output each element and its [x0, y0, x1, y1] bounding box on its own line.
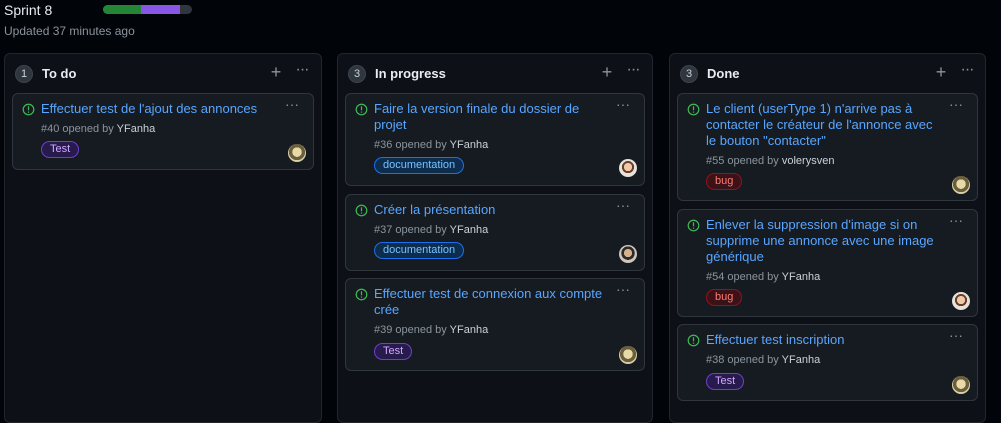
issue-card[interactable]: Effectuer test inscription ··· #38 opene… [677, 324, 978, 401]
issue-number: #40 [41, 123, 60, 135]
card-menu-icon[interactable]: ··· [612, 97, 634, 113]
label-test[interactable]: Test [374, 343, 413, 360]
issue-number: #39 [374, 324, 393, 336]
column-title: To do [42, 66, 77, 81]
issue-card[interactable]: Le client (userType 1) n'arrive pas à co… [677, 93, 978, 201]
opened-by-text: opened by [727, 354, 779, 366]
opened-by-text: opened by [395, 224, 447, 236]
column-header: 3 In progress + ··· [338, 54, 652, 92]
issue-number: #37 [374, 224, 393, 236]
opened-by-text: opened by [62, 123, 114, 135]
column-count-badge: 3 [348, 65, 366, 83]
label-test[interactable]: Test [41, 141, 80, 158]
open-issue-icon [355, 204, 368, 217]
issue-title-link[interactable]: Effectuer test de connexion aux compte c… [374, 286, 604, 318]
opened-by-text: opened by [395, 139, 447, 151]
open-issue-icon [687, 103, 700, 116]
card-menu-icon[interactable]: ··· [612, 282, 634, 298]
issue-author-link[interactable]: volerysven [782, 155, 835, 167]
label-bug[interactable]: bug [706, 173, 743, 190]
issue-number: #55 [706, 155, 725, 167]
issue-number: #36 [374, 139, 393, 151]
sprint-progress-bar [103, 5, 192, 14]
issue-number: #38 [706, 354, 725, 366]
open-issue-icon [355, 288, 368, 301]
open-issue-icon [355, 103, 368, 116]
label-documentation[interactable]: documentation [374, 157, 465, 174]
assignee-avatar[interactable] [952, 176, 970, 194]
issue-card[interactable]: Effectuer test de connexion aux compte c… [345, 278, 645, 371]
issue-author-link[interactable]: YFanha [782, 354, 821, 366]
opened-by-text: opened by [395, 324, 447, 336]
issue-meta: #55 opened by volerysven [706, 155, 834, 167]
issue-card[interactable]: Effectuer test de l'ajout des annonces ·… [12, 93, 314, 170]
issue-author-link[interactable]: YFanha [117, 123, 156, 135]
label-test[interactable]: Test [706, 373, 745, 390]
issue-author-link[interactable]: YFanha [782, 271, 821, 283]
column-title: Done [707, 66, 740, 81]
column-title: In progress [375, 66, 446, 81]
project-header: Sprint 8 Updated 37 minutes ago [4, 0, 994, 44]
issue-meta: #40 opened by YFanha [41, 123, 155, 135]
issue-title-link[interactable]: Le client (userType 1) n'arrive pas à co… [706, 101, 937, 149]
issue-meta: #54 opened by YFanha [706, 271, 820, 283]
column-done: 3 Done + ··· Le client (userType 1) n'ar… [669, 53, 986, 423]
assignee-avatar[interactable] [619, 346, 637, 364]
progress-in-progress-segment [141, 5, 180, 14]
issue-meta: #36 opened by YFanha [374, 139, 488, 151]
issue-title-link[interactable]: Créer la présentation [374, 202, 604, 218]
card-menu-icon[interactable]: ··· [945, 328, 967, 344]
issue-number: #54 [706, 271, 725, 283]
card-menu-icon[interactable]: ··· [612, 198, 634, 214]
issue-meta: #37 opened by YFanha [374, 224, 488, 236]
card-menu-icon[interactable]: ··· [281, 97, 303, 113]
issue-author-link[interactable]: YFanha [450, 324, 489, 336]
issue-title-link[interactable]: Effectuer test de l'ajout des annonces [41, 101, 273, 117]
card-menu-icon[interactable]: ··· [945, 97, 967, 113]
card-menu-icon[interactable]: ··· [945, 213, 967, 229]
open-issue-icon [22, 103, 35, 116]
last-updated-text: Updated 37 minutes ago [4, 24, 135, 38]
issue-title-link[interactable]: Faire la version finale du dossier de pr… [374, 101, 604, 133]
issue-card[interactable]: Créer la présentation ··· #37 opened by … [345, 194, 645, 271]
assignee-avatar[interactable] [619, 245, 637, 263]
add-card-icon[interactable]: + [597, 62, 617, 82]
issue-title-link[interactable]: Effectuer test inscription [706, 332, 937, 348]
issue-meta: #38 opened by YFanha [706, 354, 820, 366]
issue-card[interactable]: Enlever la suppression d'image si on sup… [677, 209, 978, 317]
column-header: 1 To do + ··· [5, 54, 321, 92]
issue-author-link[interactable]: YFanha [450, 139, 489, 151]
open-issue-icon [687, 334, 700, 347]
column-to-do: 1 To do + ··· Effectuer test de l'ajout … [4, 53, 322, 423]
column-in-progress: 3 In progress + ··· Faire la version fin… [337, 53, 653, 423]
sprint-title: Sprint 8 [4, 2, 53, 18]
add-card-icon[interactable]: + [266, 62, 286, 82]
assignee-avatar[interactable] [952, 292, 970, 310]
column-menu-icon[interactable]: ··· [622, 62, 644, 82]
issue-author-link[interactable]: YFanha [450, 224, 489, 236]
opened-by-text: opened by [727, 155, 779, 167]
add-card-icon[interactable]: + [931, 62, 951, 82]
label-bug[interactable]: bug [706, 289, 743, 306]
label-documentation[interactable]: documentation [374, 242, 465, 259]
assignee-avatar[interactable] [619, 159, 637, 177]
column-header: 3 Done + ··· [670, 54, 985, 92]
column-count-badge: 1 [15, 65, 33, 83]
issue-title-link[interactable]: Enlever la suppression d'image si on sup… [706, 217, 937, 265]
opened-by-text: opened by [727, 271, 779, 283]
open-issue-icon [687, 219, 700, 232]
progress-done-segment [103, 5, 142, 14]
assignee-avatar[interactable] [288, 144, 306, 162]
column-menu-icon[interactable]: ··· [291, 62, 313, 82]
issue-meta: #39 opened by YFanha [374, 324, 488, 336]
column-menu-icon[interactable]: ··· [956, 62, 978, 82]
column-count-badge: 3 [680, 65, 698, 83]
issue-card[interactable]: Faire la version finale du dossier de pr… [345, 93, 645, 186]
assignee-avatar[interactable] [952, 376, 970, 394]
